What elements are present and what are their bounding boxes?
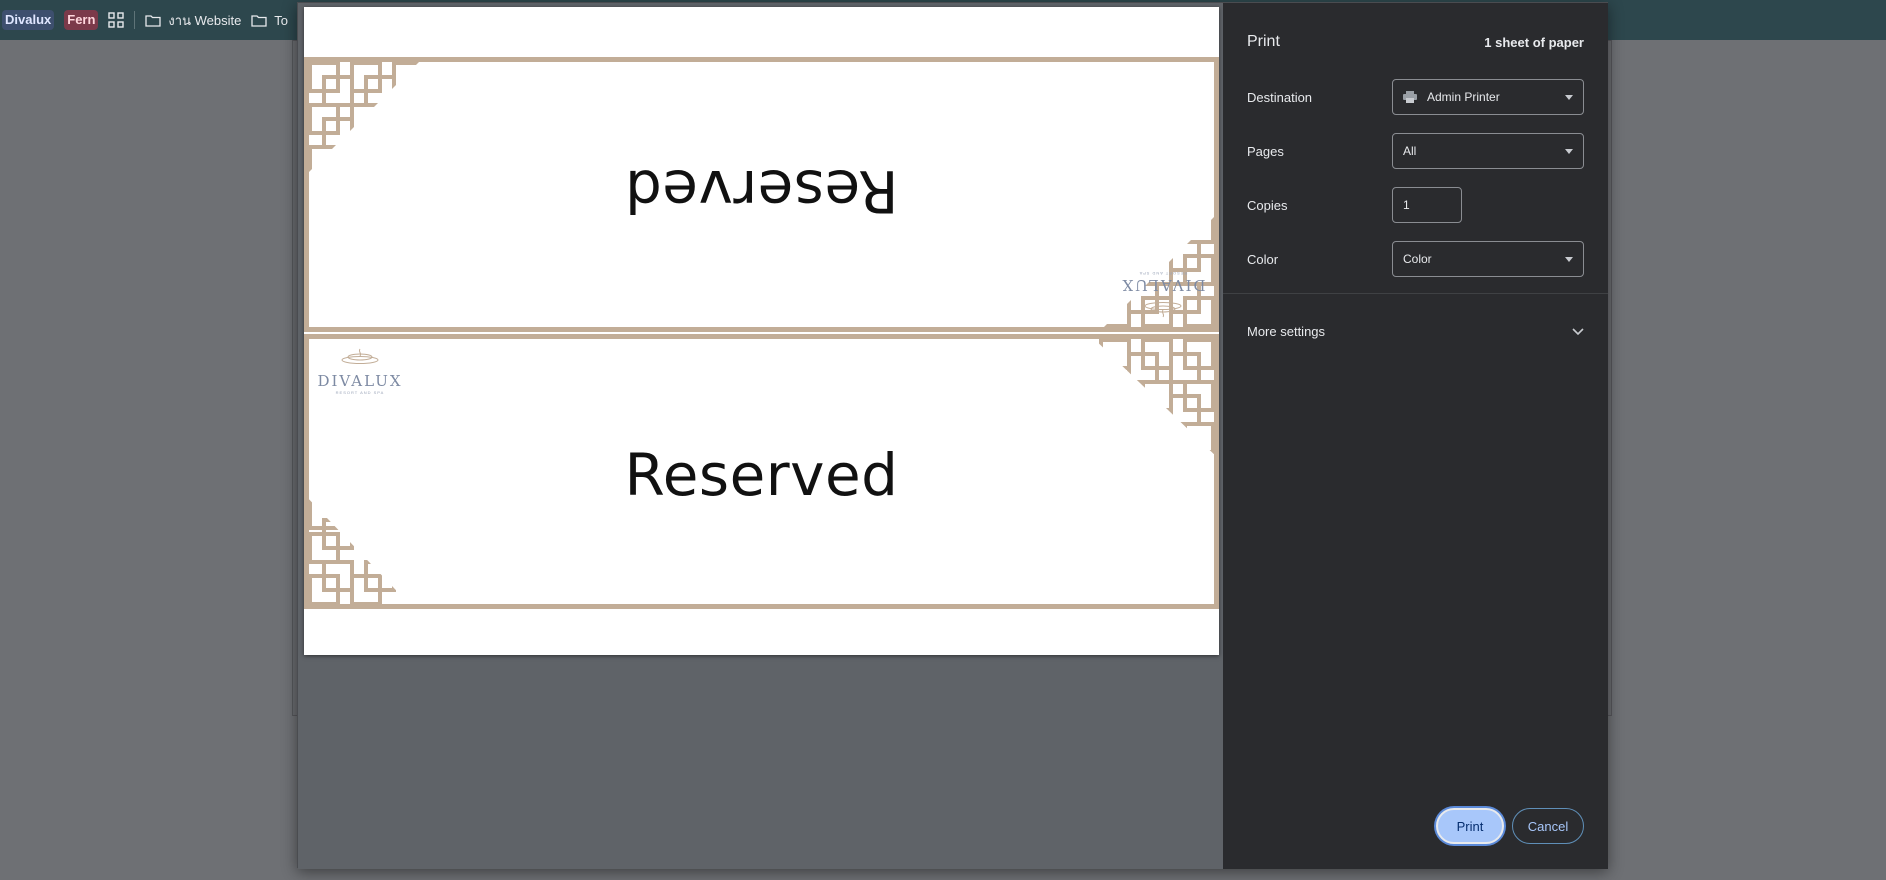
destination-value: Admin Printer bbox=[1427, 90, 1500, 104]
reserved-text: Reserved bbox=[624, 441, 899, 509]
destination-row: Destination Admin Printer bbox=[1247, 79, 1584, 115]
bookmarks-separator bbox=[134, 11, 136, 29]
print-preview-area: DIVALUX RESORT AND SPA Reserved DIVALUX … bbox=[298, 3, 1223, 869]
bookmark-folder-website[interactable]: งาน Website bbox=[145, 10, 241, 31]
printer-icon bbox=[1403, 91, 1417, 103]
preview-page: DIVALUX RESORT AND SPA Reserved DIVALUX … bbox=[304, 7, 1219, 655]
pages-label: Pages bbox=[1247, 143, 1284, 159]
pages-select[interactable]: All bbox=[1392, 133, 1584, 169]
copies-label: Copies bbox=[1247, 197, 1288, 213]
reserved-text: Reserved bbox=[624, 157, 899, 225]
pages-row: Pages All bbox=[1247, 133, 1584, 169]
more-settings-label: More settings bbox=[1247, 323, 1326, 339]
bookmark-folder-label: To bbox=[274, 12, 289, 28]
print-header: Print 1 sheet of paper bbox=[1247, 33, 1584, 51]
color-value: Color bbox=[1403, 252, 1432, 266]
copies-input[interactable]: 1 bbox=[1392, 187, 1462, 223]
cancel-button[interactable]: Cancel bbox=[1512, 808, 1584, 844]
place-card-top: DIVALUX RESORT AND SPA Reserved bbox=[304, 57, 1219, 332]
bookmark-chip-divalux[interactable]: Divalux bbox=[2, 10, 55, 30]
more-settings-toggle[interactable]: More settings bbox=[1247, 319, 1584, 343]
print-settings-panel: Print 1 sheet of paper Destination Admin… bbox=[1223, 3, 1608, 869]
print-title: Print bbox=[1247, 33, 1280, 50]
bookmark-folder-to[interactable]: To bbox=[251, 13, 288, 28]
dropdown-caret-icon bbox=[1565, 149, 1573, 154]
folder-icon bbox=[145, 14, 162, 27]
dropdown-caret-icon bbox=[1565, 257, 1573, 262]
sheet-count: 1 sheet of paper bbox=[1484, 34, 1584, 50]
bookmark-folder-label: งาน Website bbox=[168, 12, 242, 28]
chevron-down-icon bbox=[1572, 324, 1584, 339]
copies-row: Copies 1 bbox=[1247, 187, 1584, 223]
dialog-buttons: Print Cancel bbox=[1436, 808, 1584, 844]
destination-select[interactable]: Admin Printer bbox=[1392, 79, 1584, 115]
settings-divider bbox=[1223, 293, 1608, 294]
dropdown-caret-icon bbox=[1565, 95, 1573, 100]
apps-grid-icon[interactable] bbox=[108, 12, 125, 28]
color-label: Color bbox=[1247, 251, 1279, 267]
bookmark-chip-fern[interactable]: Fern bbox=[64, 10, 99, 30]
print-dialog: DIVALUX RESORT AND SPA Reserved DIVALUX … bbox=[297, 2, 1608, 869]
color-select[interactable]: Color bbox=[1392, 241, 1584, 277]
divalux-logo: DIVALUX RESORT AND SPA bbox=[315, 345, 405, 395]
folder-icon bbox=[251, 14, 267, 27]
print-button[interactable]: Print bbox=[1436, 808, 1504, 844]
place-card-bottom: DIVALUX RESORT AND SPA Reserved bbox=[304, 334, 1219, 609]
lattice-pattern bbox=[309, 498, 396, 604]
destination-label: Destination bbox=[1247, 89, 1313, 105]
divalux-logo: DIVALUX RESORT AND SPA bbox=[1118, 271, 1208, 321]
pages-value: All bbox=[1403, 144, 1417, 158]
color-row: Color Color bbox=[1247, 241, 1584, 277]
